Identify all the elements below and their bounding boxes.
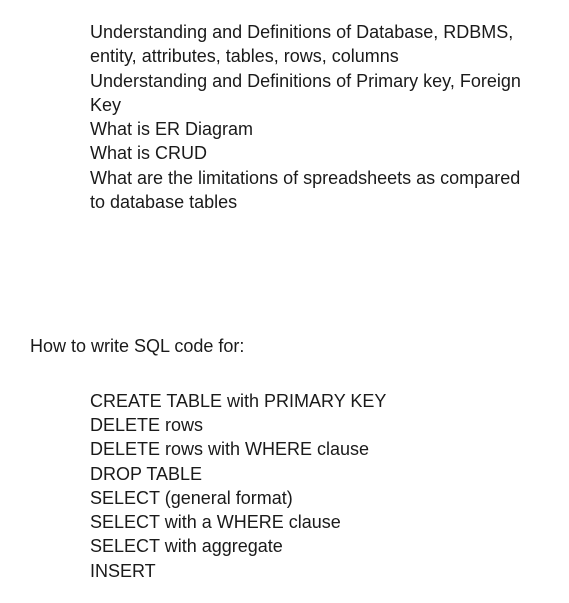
list-item: Understanding and Definitions of Databas…	[90, 20, 539, 69]
list-item: DROP TABLE	[90, 462, 539, 486]
list-item: Understanding and Definitions of Primary…	[90, 69, 539, 118]
section-heading: How to write SQL code for:	[30, 334, 539, 358]
list-item: SELECT with a WHERE clause	[90, 510, 539, 534]
list-item: DELETE rows	[90, 413, 539, 437]
list-item: What is ER Diagram	[90, 117, 539, 141]
list-item: What are the limitations of spreadsheets…	[90, 166, 539, 215]
list-item: SELECT with aggregate	[90, 534, 539, 558]
list-item: DELETE rows with WHERE clause	[90, 437, 539, 461]
list-item: What is CRUD	[90, 141, 539, 165]
list-item: SELECT (general format)	[90, 486, 539, 510]
sql-list-block: CREATE TABLE with PRIMARY KEY DELETE row…	[90, 389, 539, 583]
topics-list-block: Understanding and Definitions of Databas…	[90, 20, 539, 214]
list-item: INSERT	[90, 559, 539, 583]
list-item: CREATE TABLE with PRIMARY KEY	[90, 389, 539, 413]
